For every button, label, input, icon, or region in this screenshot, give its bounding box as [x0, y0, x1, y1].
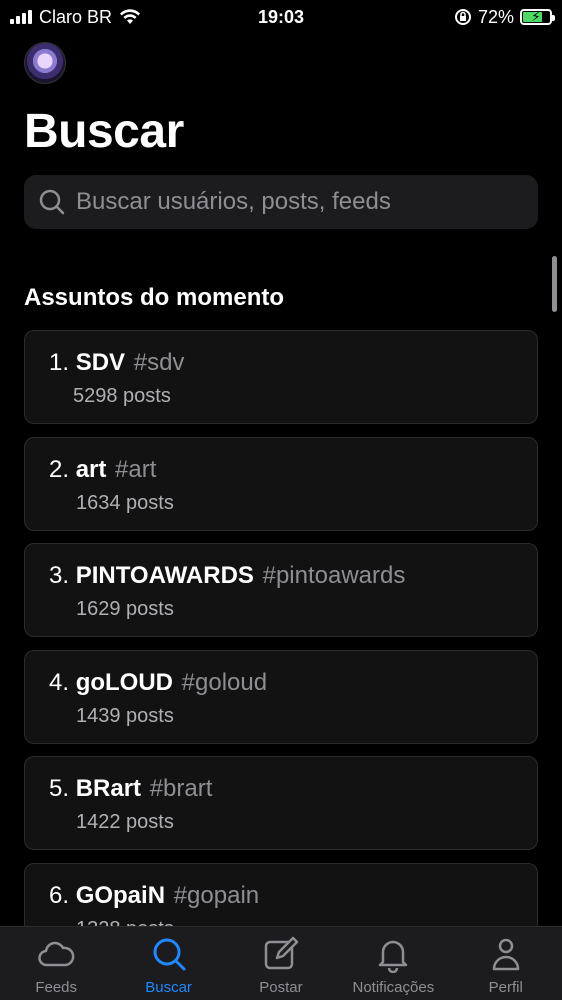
scroll-indicator[interactable] — [552, 256, 557, 312]
trending-item[interactable]: 5. BRart #brart 1422 posts — [24, 756, 538, 850]
tab-label: Feeds — [35, 979, 78, 996]
tab-profile[interactable]: Perfil — [450, 935, 562, 996]
tab-label: Perfil — [488, 979, 523, 996]
search-icon — [39, 189, 65, 215]
trend-name: BRart — [75, 775, 142, 802]
trending-item[interactable]: 3. PINTOAWARDS #pintoawards 1629 posts — [24, 543, 538, 637]
avatar[interactable] — [24, 42, 66, 84]
trending-list: 1. SDV #sdv 5298 posts 2. art #art 1634 … — [24, 330, 538, 969]
trend-name: SDV — [75, 349, 126, 376]
trend-hashtag: #gopain — [173, 881, 260, 909]
search-icon — [153, 938, 186, 971]
trend-post-count: 1422 posts — [76, 811, 174, 833]
tab-feeds[interactable]: Feeds — [0, 935, 112, 996]
carrier-name: Claro BR — [39, 6, 113, 27]
wifi-icon — [120, 9, 141, 24]
trend-name: PINTOAWARDS — [75, 562, 254, 589]
tab-label: Postar — [259, 979, 303, 996]
battery-icon: ⚡ — [520, 9, 555, 25]
trend-rank: 6. — [49, 881, 70, 909]
cloud-icon — [38, 941, 75, 967]
search-screen: Claro BR 19:03 72% ⚡ Buscar Buscar usuár… — [0, 0, 562, 1000]
person-icon — [492, 938, 519, 971]
status-right: 72% ⚡ — [454, 6, 555, 28]
status-bar: Claro BR 19:03 72% ⚡ — [0, 0, 562, 34]
trending-item[interactable]: 4. goLOUD #goloud 1439 posts — [24, 649, 538, 744]
tab-search[interactable]: Buscar — [113, 935, 225, 996]
trending-item[interactable]: 2. art #art 1634 posts — [24, 436, 538, 531]
search-input[interactable] — [76, 188, 524, 216]
orientation-lock-icon — [454, 9, 471, 25]
tab-label: Notificações — [352, 979, 435, 996]
trend-post-count: 5298 posts — [73, 385, 171, 407]
bottom-tab-bar: Feeds Buscar Postar Notificações Perfil — [0, 926, 562, 1000]
trend-rank: 2. — [49, 455, 70, 483]
trend-rank: 4. — [49, 668, 70, 696]
battery-percent: 72% — [477, 6, 514, 27]
tab-notifications[interactable]: Notificações — [337, 935, 449, 996]
trend-name: art — [75, 455, 107, 483]
trend-post-count: 1439 posts — [76, 704, 174, 727]
trend-post-count: 1629 posts — [76, 598, 174, 620]
trend-name: goLOUD — [75, 668, 173, 696]
trend-hashtag: #sdv — [133, 349, 185, 376]
trend-hashtag: #brart — [149, 775, 213, 802]
trending-item[interactable]: 1. SDV #sdv 5298 posts — [24, 330, 538, 424]
trend-hashtag: #goloud — [181, 668, 268, 696]
trend-hashtag: #pintoawards — [262, 562, 406, 589]
page-title: Buscar — [24, 105, 184, 158]
trend-rank: 3. — [49, 562, 70, 589]
search-bar[interactable] — [24, 175, 538, 229]
tab-post[interactable]: Postar — [225, 935, 337, 996]
compose-icon — [264, 936, 299, 970]
trend-rank: 1. — [49, 349, 70, 376]
trend-rank: 5. — [49, 775, 70, 802]
status-left: Claro BR — [10, 7, 141, 28]
cellular-signal-icon — [10, 10, 32, 24]
trend-post-count: 1634 posts — [76, 491, 174, 514]
trending-title: Assuntos do momento — [24, 284, 285, 311]
bell-icon — [379, 940, 408, 973]
trend-hashtag: #art — [115, 455, 157, 483]
tab-label: Buscar — [145, 979, 192, 996]
trend-name: GOpaiN — [75, 881, 166, 909]
